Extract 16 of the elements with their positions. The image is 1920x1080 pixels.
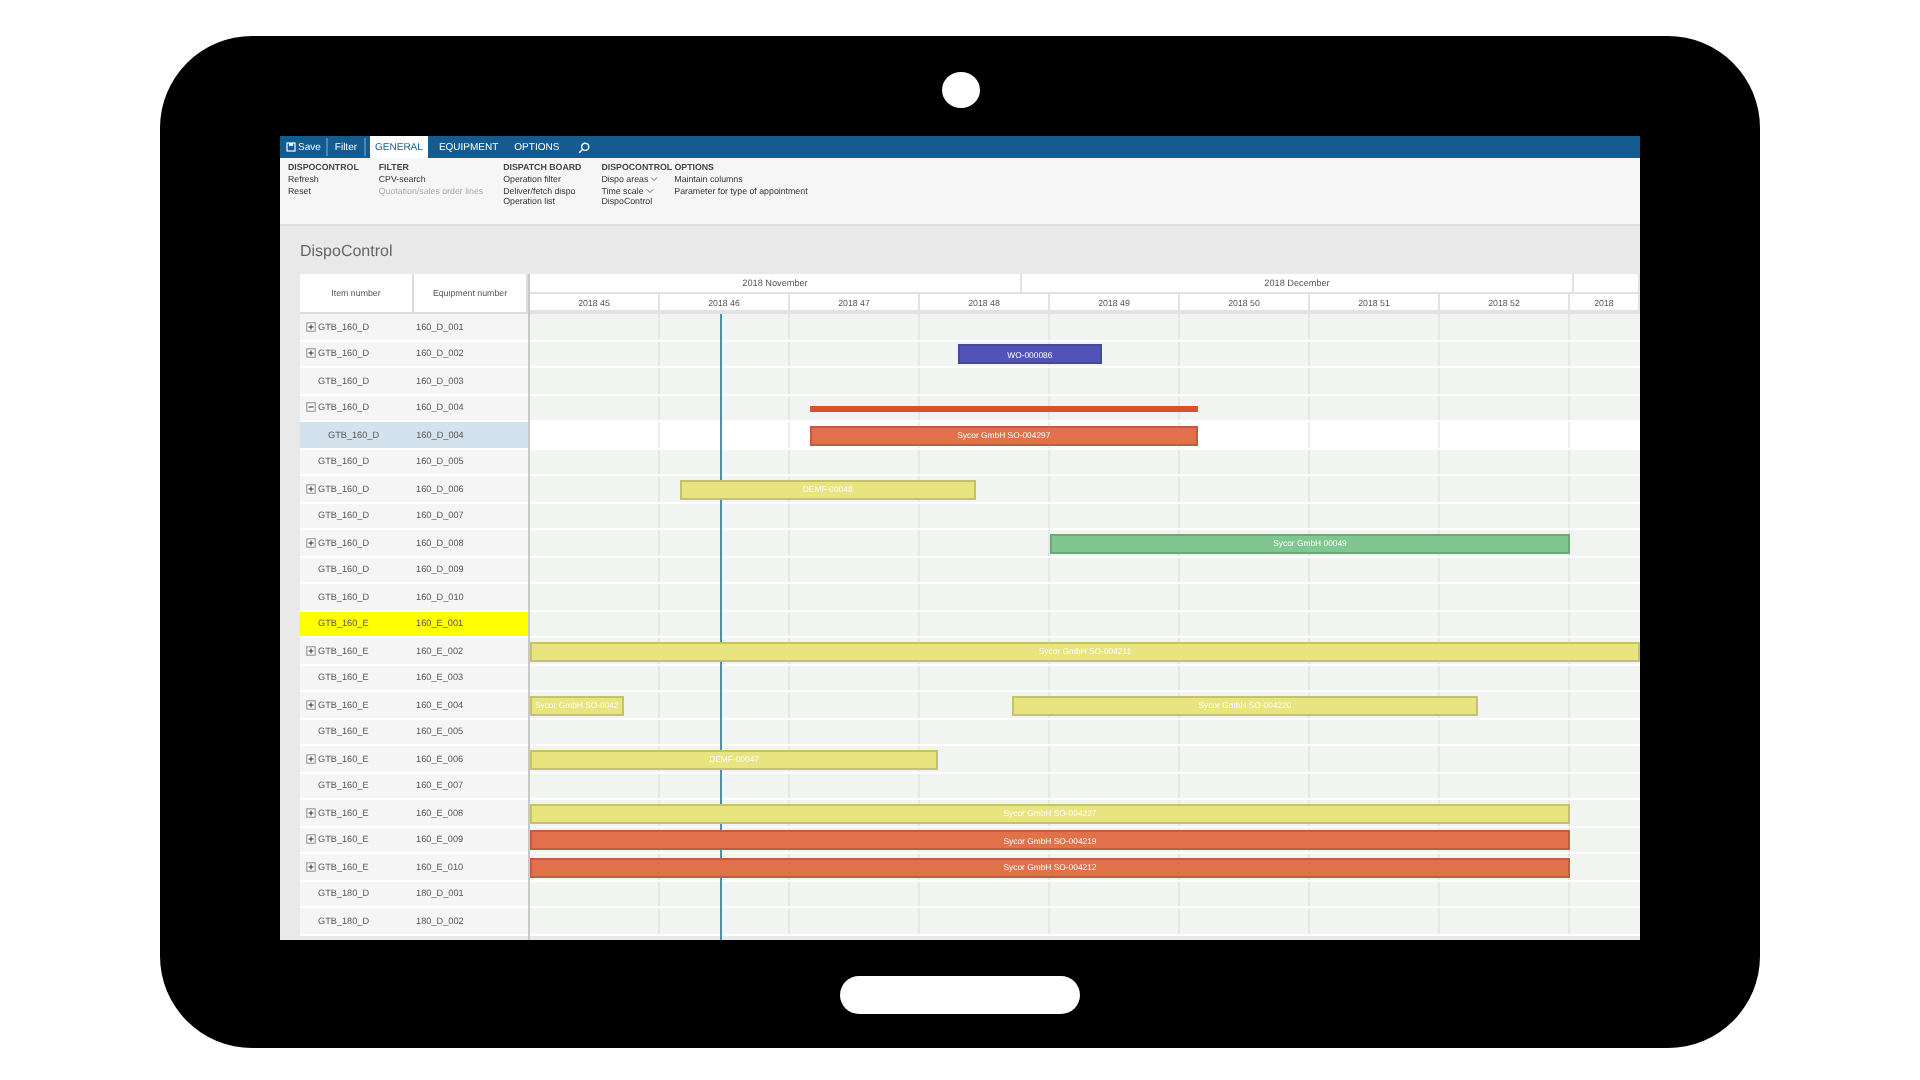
expand-icon[interactable] xyxy=(306,537,316,548)
home-button[interactable] xyxy=(840,976,1080,1014)
page-title: DispoControl xyxy=(300,239,395,264)
expand-icon[interactable] xyxy=(306,861,316,872)
expand-icon[interactable] xyxy=(306,807,316,818)
expand-icon[interactable] xyxy=(306,699,316,710)
collapse-icon[interactable] xyxy=(306,402,316,413)
expand-icon[interactable] xyxy=(306,321,316,332)
expand-icon[interactable] xyxy=(306,348,316,359)
save-icon xyxy=(286,142,296,152)
expand-icon[interactable] xyxy=(306,645,316,656)
expand-icon[interactable] xyxy=(306,753,316,764)
search-icon[interactable] xyxy=(577,141,590,153)
expand-icon[interactable] xyxy=(306,834,316,845)
expand-icon[interactable] xyxy=(306,483,316,494)
camera-dot xyxy=(941,72,979,108)
